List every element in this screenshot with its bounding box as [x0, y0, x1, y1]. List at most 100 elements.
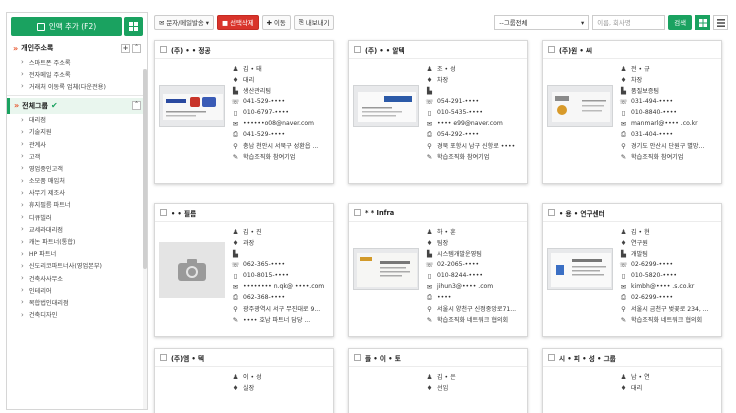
contact-card[interactable]: * * Infra ♟ 하 • 훈 ♦ 팀장 ▙ 시스템개발운영팀 ☏ 02-2065-••••… [348, 203, 528, 337]
business-card-thumbnail[interactable] [159, 85, 225, 127]
group-item[interactable]: › 고객 [7, 150, 147, 162]
search-input[interactable]: 이름, 회사명 [592, 15, 666, 30]
location-icon: ⚲ [621, 141, 626, 150]
move-button[interactable]: ✚ 이동 [261, 15, 291, 30]
card-checkbox[interactable] [354, 354, 361, 361]
business-card-image[interactable] [160, 86, 225, 127]
card-header: * * Infra [349, 204, 527, 222]
info-mobile-row: ▯ 010-5435-•••• [425, 107, 523, 118]
contact-card[interactable]: (주) • • 정공 ♟ 김 • 태 ♦ 대리 ▙ 생산관리팀 ☏ 041-529-•••• ▯ 0… [154, 40, 334, 184]
company-name[interactable]: 플 • 이 • 토 [365, 353, 401, 363]
business-card-image[interactable] [548, 249, 613, 290]
send-message-button[interactable]: ✉ 문자/메일발송 ▾ [154, 15, 215, 30]
grid-menu-button[interactable] [124, 17, 143, 36]
chevron-right-icon: › [21, 115, 24, 124]
all-groups-header[interactable]: » 전체그룹 ✔ ˄ [7, 97, 147, 114]
contact-card[interactable]: 플 • 이 • 토 ♟ 김 • 은 ♦ 선임 [348, 348, 528, 413]
company-name[interactable]: • • 필름 [171, 208, 196, 218]
add-contact-bar: 인맥 추가 (F2) [7, 13, 147, 40]
personal-item[interactable]: › 전자메일 주소록 [7, 68, 147, 80]
group-item[interactable]: › 기술지원 [7, 126, 147, 138]
card-checkbox[interactable] [548, 354, 555, 361]
group-item[interactable]: › 소모품 매입처 [7, 175, 147, 187]
card-checkbox[interactable] [354, 46, 361, 53]
person-icon: ♟ [232, 227, 239, 236]
list-view-button[interactable] [713, 15, 728, 30]
collapse-groups-button[interactable]: ˄ [132, 101, 141, 111]
delete-selected-button[interactable]: ■ 선택삭제 [217, 15, 259, 30]
card-checkbox[interactable] [160, 209, 167, 216]
group-item[interactable]: › 복합법인대리점 [7, 296, 147, 308]
add-contact-button[interactable]: 인맥 추가 (F2) [11, 17, 122, 36]
contact-card[interactable]: (주) • • 알텍 ♟ 조 • 성 ♦ 차장 ▙ ☏ 054-291-•••• ▯ 010-54… [348, 40, 528, 184]
info-position-row: ♦ 대리 [231, 74, 329, 85]
card-checkbox[interactable] [160, 46, 167, 53]
business-card-thumbnail[interactable] [547, 248, 613, 290]
info-address-row: ⚲ 경북 포항시 남구 신항로 •••• [425, 140, 523, 151]
info-address: 충남 천안시 서북구 성환읍 ... [243, 143, 319, 150]
card-checkbox[interactable] [354, 209, 361, 216]
business-card-image[interactable] [354, 86, 419, 127]
group-filter-select[interactable]: --그룹전체 ▾ [494, 15, 590, 30]
group-item[interactable]: › 휴지필름 파트너 [7, 199, 147, 211]
personal-address-header[interactable]: » 개인주소록 + ˄ [7, 40, 147, 56]
chevron-right-icon: › [21, 176, 24, 185]
search-button[interactable]: 검색 [668, 15, 692, 30]
group-item[interactable]: › 영업중인고객 [7, 162, 147, 174]
position-icon: ♦ [426, 75, 433, 84]
group-item[interactable]: › HP 파트너 [7, 248, 147, 260]
personal-item[interactable]: › 거래처 이동록 업체(다운전용) [7, 80, 147, 92]
group-item[interactable]: › 건축디자인 [7, 309, 147, 321]
export-button[interactable]: ⎘ 내보내기 [293, 15, 335, 30]
contact-card[interactable]: • • 필름 ♟ 김 • 진 ♦ 과장 ▙ ☏ 062-365-•••• ▯ 010-8015-•… [154, 203, 334, 337]
contact-card[interactable]: 시 • 피 • 성 • 그룹 ♟ 남 • 연 ♦ 대리 [542, 348, 722, 413]
card-checkbox[interactable] [160, 354, 167, 361]
person-icon: ♟ [426, 64, 433, 73]
contact-card[interactable]: • 용 • 연구센터 ♟ 김 • 현 ♦ 연구원 ▙ 개발팀 ☏ 02-6299-•••• ▯ 01… [542, 203, 722, 337]
group-item[interactable]: › 신도리코파트너사(영업본부) [7, 260, 147, 272]
chevron-right-icon: › [21, 70, 24, 79]
double-chevron-icon: » [14, 101, 20, 111]
company-name[interactable]: * * Infra [365, 209, 394, 217]
info-name: 김 • 진 [243, 229, 262, 236]
company-name[interactable]: (주)원 • 씨 [559, 45, 592, 55]
group-item[interactable]: › 디큐빌러 [7, 211, 147, 223]
company-name[interactable]: (주) • • 알텍 [365, 45, 405, 55]
group-item[interactable]: › 사무기 제조사 [7, 187, 147, 199]
info-phone-row: ☏ 02-2065-•••• [425, 259, 523, 270]
group-item[interactable]: › 관계사 [7, 138, 147, 150]
company-name[interactable]: 시 • 피 • 성 • 그룹 [559, 353, 616, 363]
chevron-right-icon: › [21, 249, 24, 258]
card-checkbox[interactable] [548, 209, 555, 216]
group-item[interactable]: › 교세라대리점 [7, 223, 147, 235]
business-card-image[interactable] [354, 249, 419, 290]
group-item[interactable]: › 인테리어 [7, 284, 147, 296]
add-group-button[interactable]: + [121, 43, 130, 53]
group-item[interactable]: › 캐논 파트너(통합) [7, 235, 147, 247]
company-name[interactable]: (주)엠 • 텍 [171, 353, 204, 363]
group-item-label: 교세라대리점 [28, 226, 63, 234]
collapse-button[interactable]: ˄ [132, 43, 141, 53]
sidebar-scrollbar-thumb[interactable] [143, 69, 147, 269]
contact-card[interactable]: (주)엠 • 텍 ♟ 이 • 성 ♦ 실장 [154, 348, 334, 413]
position-icon: ♦ [426, 383, 433, 392]
info-address-row: ⚲ 경기도 안산시 단원구 별망... [619, 140, 717, 151]
company-name[interactable]: (주) • • 정공 [171, 45, 211, 55]
chevron-right-icon: › [21, 152, 24, 161]
group-item[interactable]: › 건축사사무소 [7, 272, 147, 284]
group-item-label: 디큐빌러 [28, 214, 52, 222]
contact-info: ♟ 김 • 태 ♦ 대리 ▙ 생산관리팀 ☏ 041-529-•••• ▯ 010-6797-••… [225, 63, 329, 162]
group-item[interactable]: › 대리점 [7, 114, 147, 126]
contact-card[interactable]: (주)원 • 씨 ♟ 전 • 규 ♦ 차장 ▙ 품질보증팀 ☏ 031-494-•••• ▯ 010… [542, 40, 722, 184]
personal-item[interactable]: › 스마트폰 주소록 [7, 56, 147, 68]
business-card-thumbnail[interactable] [353, 85, 419, 127]
business-card-thumbnail[interactable] [353, 248, 419, 290]
card-header: 시 • 피 • 성 • 그룹 [543, 349, 721, 367]
business-card-thumbnail[interactable] [547, 85, 613, 127]
info-note: 학습조직화 네트워크 협의회 [631, 317, 703, 324]
chevron-right-icon: › [21, 58, 24, 67]
card-view-button[interactable] [695, 15, 710, 30]
card-checkbox[interactable] [548, 46, 555, 53]
company-name[interactable]: • 용 • 연구센터 [559, 208, 605, 218]
business-card-image[interactable] [548, 86, 613, 127]
